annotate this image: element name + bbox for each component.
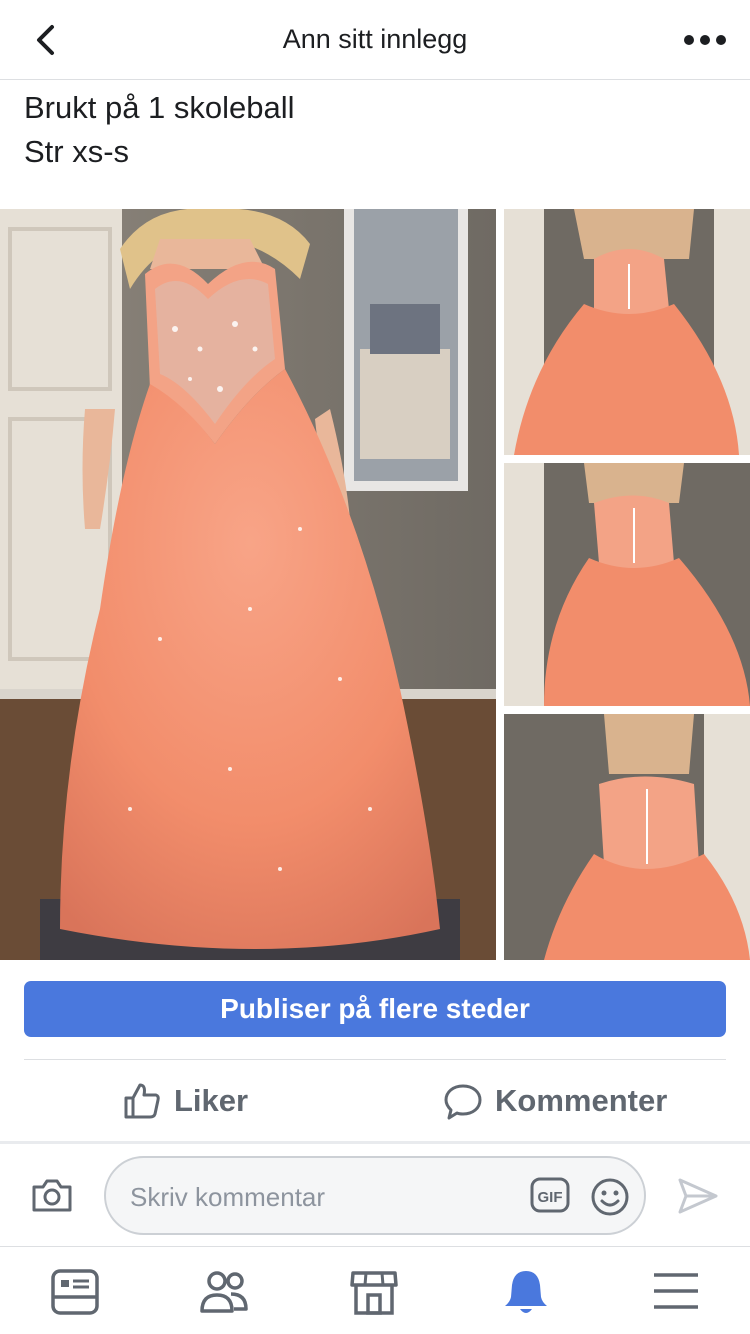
tab-notifications[interactable] — [500, 1267, 552, 1317]
send-icon — [678, 1178, 718, 1214]
gif-label: GIF — [538, 1189, 563, 1206]
thumbs-up-icon — [124, 1083, 160, 1119]
camera-button[interactable] — [30, 1175, 74, 1215]
photo-back-3[interactable] — [504, 714, 750, 960]
notifications-icon — [505, 1271, 547, 1313]
top-bar: Ann sitt innlegg — [0, 0, 750, 80]
like-button[interactable]: Liker — [122, 1078, 248, 1124]
gif-icon: GIF — [530, 1177, 570, 1213]
publish-elsewhere-button[interactable]: Publiser på flere steder — [24, 981, 726, 1037]
marketplace-icon — [350, 1271, 398, 1315]
photo-back-1[interactable] — [504, 209, 750, 455]
divider — [24, 1059, 726, 1060]
section-divider — [0, 1141, 750, 1144]
tab-friends[interactable] — [198, 1267, 250, 1317]
post-text-line: Brukt på 1 skoleball — [24, 90, 295, 125]
comment-input[interactable]: Skriv kommentar GIF — [104, 1156, 646, 1235]
more-options-button[interactable] — [682, 26, 728, 54]
gif-button[interactable]: GIF — [530, 1177, 570, 1213]
post-text: Brukt på 1 skoleball Str xs-s — [24, 86, 295, 174]
photo-main[interactable] — [0, 209, 496, 960]
photo-back-2[interactable] — [504, 463, 750, 706]
news-feed-icon — [51, 1269, 99, 1315]
send-button[interactable] — [676, 1176, 720, 1216]
tab-marketplace[interactable] — [348, 1267, 400, 1317]
camera-icon — [32, 1179, 72, 1212]
comment-label: Kommenter — [495, 1083, 668, 1118]
tab-news-feed[interactable] — [49, 1267, 101, 1317]
post-text-line: Str xs-s — [24, 134, 130, 169]
page-title: Ann sitt innlegg — [282, 24, 468, 54]
more-horizontal-icon — [684, 35, 726, 45]
bottom-tab-bar — [0, 1246, 750, 1334]
like-label: Liker — [174, 1083, 249, 1118]
friends-icon — [200, 1271, 248, 1313]
emoji-icon — [591, 1178, 629, 1216]
menu-icon — [654, 1273, 698, 1309]
comment-icon — [444, 1084, 482, 1120]
comment-placeholder: Skriv kommentar — [130, 1182, 326, 1212]
emoji-button[interactable] — [590, 1177, 630, 1217]
tab-menu[interactable] — [650, 1267, 702, 1317]
comment-button[interactable]: Kommenter — [443, 1078, 667, 1124]
